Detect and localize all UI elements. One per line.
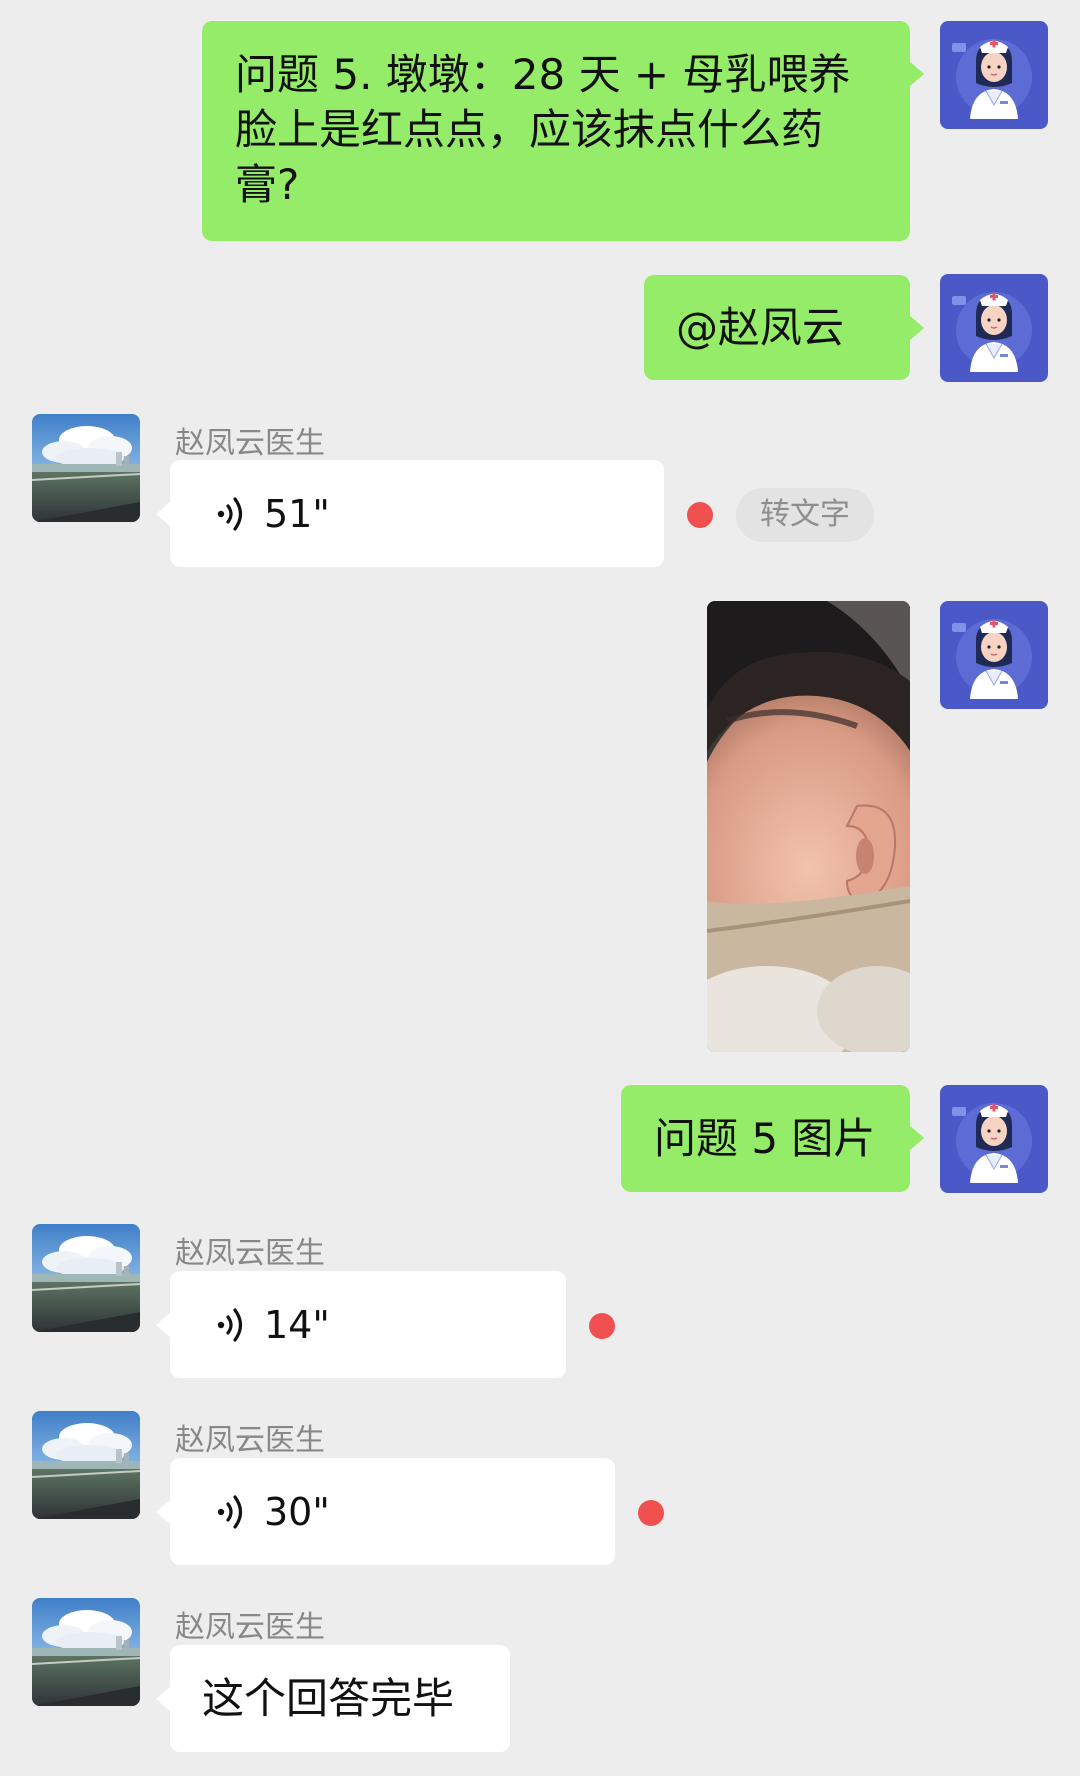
sender-name: 赵凤云医生 xyxy=(175,1610,325,1645)
convert-to-text-button[interactable]: 转文字 xyxy=(736,488,874,542)
final-reply-text: 这个回答完毕 xyxy=(202,1674,455,1723)
baby-photo[interactable] xyxy=(707,601,910,1052)
nurse-avatar-icon xyxy=(940,1085,1048,1193)
sender-name: 赵凤云医生 xyxy=(175,1236,325,1271)
text-message-bubble[interactable]: 这个回答完毕 xyxy=(156,1645,510,1752)
sky-clouds-avatar-icon xyxy=(32,1598,140,1706)
image-caption-bubble[interactable]: 问题 5 图片 xyxy=(621,1085,924,1192)
nurse-avatar-icon xyxy=(940,21,1048,129)
mention-bubble[interactable]: @赵凤云 xyxy=(644,275,924,380)
doctor-avatar[interactable] xyxy=(32,1411,140,1519)
voice-message-bubble[interactable]: 51" xyxy=(156,460,664,567)
sender-name: 赵凤云医生 xyxy=(175,1423,325,1458)
self-avatar[interactable] xyxy=(940,601,1048,709)
voice-wave-icon xyxy=(217,496,243,531)
voice-wave-icon xyxy=(217,1307,243,1342)
mention-text: @赵凤云 xyxy=(676,303,845,352)
image-caption-text: 问题 5 图片 xyxy=(654,1114,876,1163)
voice-duration: 51" xyxy=(264,491,330,536)
nurse-avatar-icon xyxy=(940,274,1048,382)
voice-duration: 30" xyxy=(264,1489,330,1534)
self-avatar[interactable] xyxy=(940,274,1048,382)
unread-dot xyxy=(589,1313,615,1339)
self-avatar[interactable] xyxy=(940,21,1048,129)
nurse-avatar-icon xyxy=(940,601,1048,709)
sky-clouds-avatar-icon xyxy=(32,1224,140,1332)
question-5-bubble[interactable]: 问题 5. 墩墩：28 天 + 母乳喂养 脸上是红点点，应该抹点什么药膏? xyxy=(202,21,924,241)
self-avatar[interactable] xyxy=(940,1085,1048,1193)
sky-clouds-avatar-icon xyxy=(32,1411,140,1519)
voice-duration: 14" xyxy=(264,1302,330,1347)
sender-name: 赵凤云医生 xyxy=(175,426,325,461)
unread-dot xyxy=(687,502,713,528)
chat-screen: { "messages": { "q5_text": "问题 5. 墩墩：28 … xyxy=(0,0,1080,1776)
voice-message-bubble[interactable]: 30" xyxy=(156,1458,615,1565)
question-5-text: 问题 5. 墩墩：28 天 + 母乳喂养 脸上是红点点，应该抹点什么药膏? xyxy=(235,50,851,209)
unread-dot xyxy=(638,1500,664,1526)
doctor-avatar[interactable] xyxy=(32,414,140,522)
doctor-avatar[interactable] xyxy=(32,1224,140,1332)
voice-message-bubble[interactable]: 14" xyxy=(156,1271,566,1378)
voice-wave-icon xyxy=(217,1494,243,1529)
sky-clouds-avatar-icon xyxy=(32,414,140,522)
baby-photo-image xyxy=(707,601,910,1052)
doctor-avatar[interactable] xyxy=(32,1598,140,1706)
